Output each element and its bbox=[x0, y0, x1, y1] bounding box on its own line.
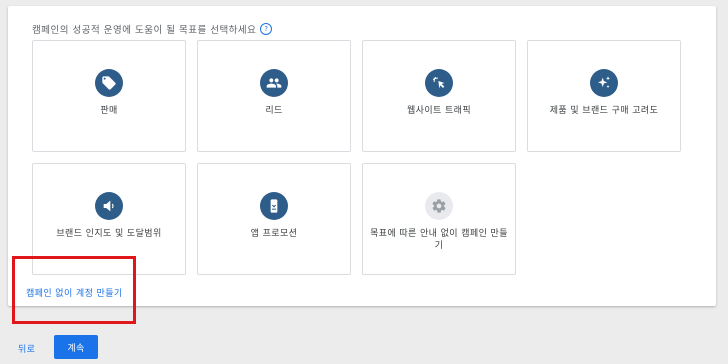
goal-tile-label: 리드 bbox=[265, 106, 283, 116]
gear-icon bbox=[425, 192, 453, 220]
back-button[interactable]: 뒤로 bbox=[18, 342, 35, 355]
goal-tile-label: 웹사이트 트래픽 bbox=[406, 106, 472, 116]
goal-tile-no-guidance[interactable]: 목표에 따른 안내 없이 캠페인 만들기 bbox=[362, 163, 516, 275]
goal-tile-leads[interactable]: 리드 bbox=[197, 40, 351, 152]
goal-tile-label: 앱 프로모션 bbox=[250, 229, 298, 239]
speaker-icon bbox=[95, 192, 123, 220]
tag-icon bbox=[95, 69, 123, 97]
goal-tile-label: 브랜드 인지도 및 도달범위 bbox=[56, 229, 162, 239]
goal-tile-label: 제품 및 브랜드 구매 고려도 bbox=[549, 106, 659, 116]
cursor-click-icon bbox=[425, 69, 453, 97]
phone-download-icon bbox=[260, 192, 288, 220]
goal-prompt: 캠페인의 성공적 운영에 도움이 될 목표를 선택하세요 ? bbox=[32, 22, 273, 36]
goal-tile-label: 목표에 따른 안내 없이 캠페인 만들기 bbox=[370, 229, 508, 251]
goal-tile-website-traffic[interactable]: 웹사이트 트래픽 bbox=[362, 40, 516, 152]
people-icon bbox=[260, 69, 288, 97]
goal-tile-brand-consideration[interactable]: 제품 및 브랜드 구매 고려도 bbox=[527, 40, 681, 152]
goal-tile-sales[interactable]: 판매 bbox=[32, 40, 186, 152]
continue-button[interactable]: 계속 bbox=[54, 335, 98, 359]
help-icon[interactable]: ? bbox=[260, 23, 273, 35]
highlight-box bbox=[12, 256, 136, 324]
goal-tile-label: 판매 bbox=[100, 106, 118, 116]
goal-prompt-text: 캠페인의 성공적 운영에 도움이 될 목표를 선택하세요 bbox=[32, 25, 257, 36]
sparkle-icon bbox=[590, 69, 618, 97]
goal-tile-app-promotion[interactable]: 앱 프로모션 bbox=[197, 163, 351, 275]
